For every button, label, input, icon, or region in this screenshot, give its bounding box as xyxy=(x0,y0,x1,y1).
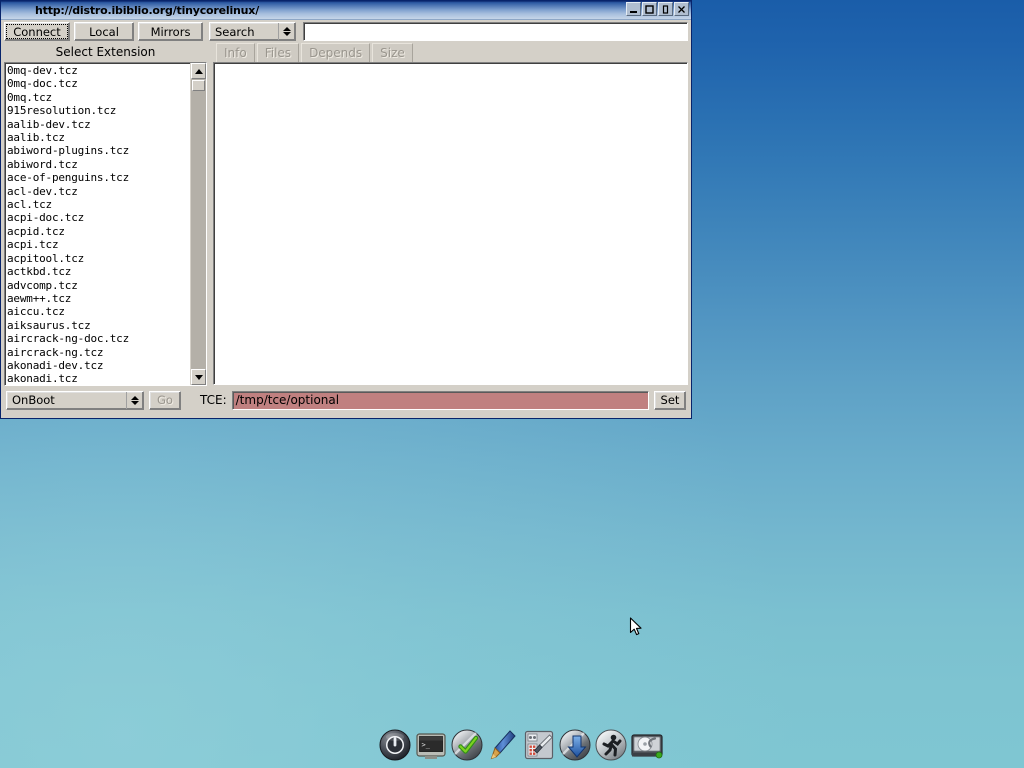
tce-path-input[interactable]: /tmp/tce/optional xyxy=(232,391,649,410)
search-input[interactable] xyxy=(303,22,688,41)
chevron-down-icon xyxy=(283,32,291,36)
list-item[interactable]: 0mq-doc.tcz xyxy=(7,77,190,90)
list-item[interactable]: acpitool.tcz xyxy=(7,252,190,265)
list-item[interactable]: aewm++.tcz xyxy=(7,292,190,305)
extension-list-pane: Select Extension 0mq-dev.tcz0mq-doc.tcz0… xyxy=(4,41,207,386)
hard-disk-icon[interactable] xyxy=(630,728,664,762)
tab-files: Files xyxy=(257,43,299,62)
scrollbar-track[interactable] xyxy=(191,79,206,369)
control-panel-icon[interactable] xyxy=(522,728,556,762)
tce-label: TCE: xyxy=(200,393,227,407)
details-text-area[interactable] xyxy=(213,62,688,385)
list-item[interactable]: akonadi-dev.tcz xyxy=(7,359,190,372)
list-item[interactable]: aiccu.tcz xyxy=(7,305,190,318)
scrollbar-thumb[interactable] xyxy=(192,80,205,91)
details-pane: InfoFilesDependsSize xyxy=(213,41,688,386)
tab-size: Size xyxy=(372,43,413,62)
list-item[interactable]: acpid.tcz xyxy=(7,225,190,238)
search-mode-dropdown[interactable]: Search xyxy=(209,22,296,41)
list-item[interactable]: acpi.tcz xyxy=(7,238,190,251)
list-item[interactable]: aalib-dev.tcz xyxy=(7,118,190,131)
scroll-down-button[interactable] xyxy=(191,369,206,385)
paintbrush-icon[interactable] xyxy=(486,728,520,762)
svg-text:>_: >_ xyxy=(422,741,431,749)
arrow-up-icon xyxy=(195,69,203,74)
bottom-controls: OnBoot Go TCE: /tmp/tce/optional Set xyxy=(1,386,691,414)
set-button[interactable]: Set xyxy=(654,391,686,410)
details-tabbar: InfoFilesDependsSize xyxy=(213,41,688,62)
window-controls xyxy=(626,2,689,16)
list-item[interactable]: 0mq.tcz xyxy=(7,91,190,104)
list-item[interactable]: acpi-doc.tcz xyxy=(7,211,190,224)
extension-list-scrollbar[interactable] xyxy=(190,63,206,385)
minimize-icon[interactable] xyxy=(626,2,641,16)
install-mode-value: OnBoot xyxy=(7,392,126,409)
chevron-down-icon xyxy=(131,401,139,405)
extension-list-frame: 0mq-dev.tcz0mq-doc.tcz0mq.tcz915resoluti… xyxy=(4,62,207,386)
list-item[interactable]: 915resolution.tcz xyxy=(7,104,190,117)
list-item[interactable]: akonadi.tcz xyxy=(7,372,190,385)
list-item[interactable]: acl.tcz xyxy=(7,198,190,211)
running-person-icon[interactable] xyxy=(594,728,628,762)
list-item[interactable]: acl-dev.tcz xyxy=(7,185,190,198)
main-toolbar: Connect Local Mirrors Search xyxy=(1,20,691,41)
list-item[interactable]: aircrack-ng-doc.tcz xyxy=(7,332,190,345)
spinner-arrows-icon[interactable] xyxy=(126,392,143,409)
tab-depends: Depends xyxy=(301,43,370,62)
list-item[interactable]: ace-of-penguins.tcz xyxy=(7,171,190,184)
list-item[interactable]: 0mq-dev.tcz xyxy=(7,64,190,77)
spinner-arrows-icon[interactable] xyxy=(278,23,295,40)
close-icon[interactable] xyxy=(674,2,689,16)
tab-info: Info xyxy=(216,43,255,62)
window-title: http://distro.ibiblio.org/tinycorelinux/ xyxy=(1,4,259,17)
list-item[interactable]: aircrack-ng.tcz xyxy=(7,346,190,359)
list-item[interactable]: aiksaurus.tcz xyxy=(7,319,190,332)
list-item[interactable]: abiword.tcz xyxy=(7,158,190,171)
connect-button[interactable]: Connect xyxy=(4,22,70,41)
list-item[interactable]: abiword-plugins.tcz xyxy=(7,144,190,157)
go-button[interactable]: Go xyxy=(149,391,181,410)
maximize-icon[interactable] xyxy=(642,2,657,16)
extension-list[interactable]: 0mq-dev.tcz0mq-doc.tcz0mq.tcz915resoluti… xyxy=(5,63,190,385)
apps-browser-window: http://distro.ibiblio.org/tinycorelinux/… xyxy=(0,0,692,419)
window-body: Select Extension 0mq-dev.tcz0mq-doc.tcz0… xyxy=(1,41,691,386)
shutdown-icon[interactable] xyxy=(378,728,412,762)
chevron-up-icon xyxy=(131,396,139,400)
list-item[interactable]: actkbd.tcz xyxy=(7,265,190,278)
taskbar-dock: >_ xyxy=(378,722,664,762)
window-titlebar[interactable]: http://distro.ibiblio.org/tinycorelinux/ xyxy=(1,1,691,20)
search-mode-value: Search xyxy=(210,23,278,40)
local-button[interactable]: Local xyxy=(74,22,134,41)
install-mode-dropdown[interactable]: OnBoot xyxy=(6,391,144,410)
list-item[interactable]: aalib.tcz xyxy=(7,131,190,144)
list-item[interactable]: advcomp.tcz xyxy=(7,279,190,292)
apps-check-icon[interactable] xyxy=(450,728,484,762)
arrow-down-icon xyxy=(195,375,203,380)
chevron-up-icon xyxy=(283,27,291,31)
terminal-icon[interactable]: >_ xyxy=(414,728,448,762)
apps-download-icon[interactable] xyxy=(558,728,592,762)
select-extension-label: Select Extension xyxy=(4,41,207,62)
shade-icon[interactable] xyxy=(658,2,673,16)
scroll-up-button[interactable] xyxy=(191,63,206,79)
mirrors-button[interactable]: Mirrors xyxy=(138,22,203,41)
